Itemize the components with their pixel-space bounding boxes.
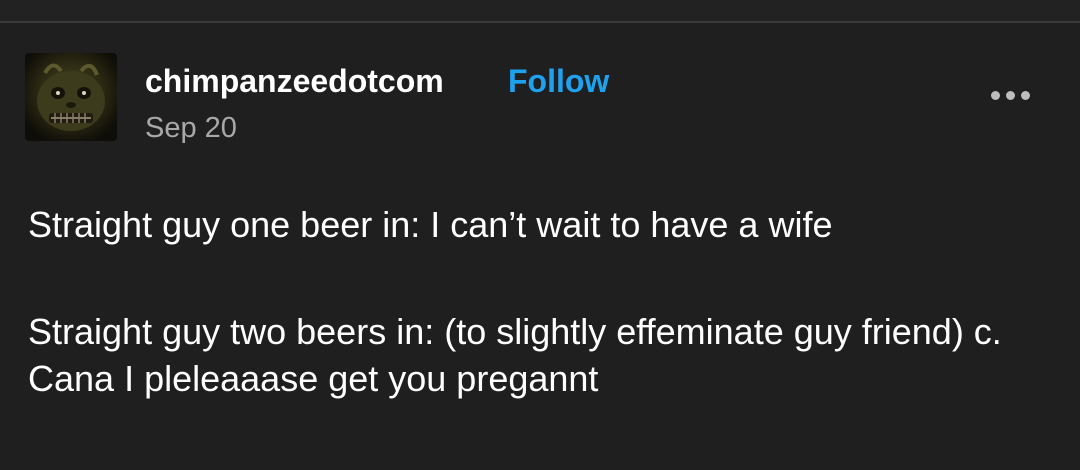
more-horizontal-icon	[990, 90, 1000, 100]
more-horizontal-icon	[1020, 90, 1030, 100]
animatronic-face-icon	[25, 53, 117, 141]
avatar[interactable]	[25, 53, 117, 141]
post-paragraph: Straight guy one beer in: I can’t wait t…	[28, 204, 833, 245]
follow-button[interactable]: Follow	[508, 63, 609, 99]
post-paragraph: Straight guy two beers in: (to slightly …	[28, 311, 1002, 399]
top-divider	[0, 0, 1080, 23]
more-options-button[interactable]	[980, 83, 1040, 107]
post-date[interactable]: Sep 20	[145, 111, 237, 145]
username[interactable]: chimpanzeedotcom	[145, 63, 444, 99]
more-horizontal-icon	[1005, 90, 1015, 100]
post-card: chimpanzeedotcom Follow Sep 20 Straight …	[0, 23, 1080, 470]
